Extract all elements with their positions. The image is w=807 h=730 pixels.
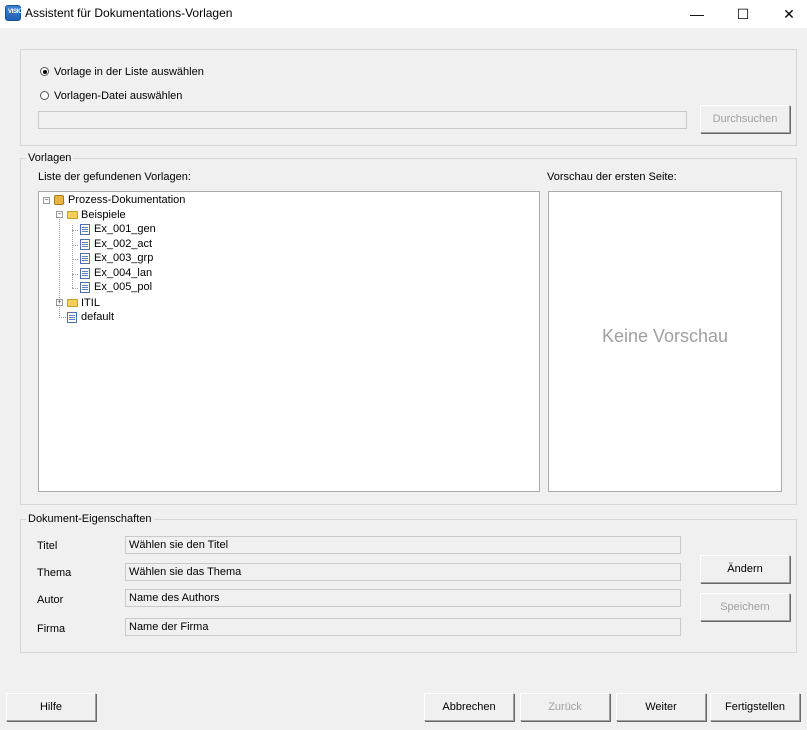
tree-item-template[interactable]: Ex_001_gen [94,222,156,236]
next-button[interactable]: Weiter [616,693,706,721]
tree-item-template[interactable]: Ex_002_act [94,237,152,251]
package-icon [54,195,64,205]
author-field[interactable]: Name des Authors [125,589,681,607]
templates-group-label: Vorlagen [26,152,74,164]
topic-label: Thema [37,567,72,579]
document-icon [80,282,90,293]
radio-file-label[interactable]: Vorlagen-Datei auswählen [54,90,182,102]
help-button[interactable]: Hilfe [6,693,96,721]
tree-item-template[interactable]: Ex_005_pol [94,280,152,294]
finish-button[interactable]: Fertigstellen [710,693,800,721]
collapse-icon[interactable]: − [43,197,50,204]
company-label: Firma [37,623,66,635]
browse-button[interactable]: Durchsuchen [700,105,790,133]
title-label: Titel [37,540,58,552]
tree-item-template[interactable]: Ex_004_lan [94,266,152,280]
folder-icon [67,211,78,219]
tree-item-template[interactable]: Ex_003_grp [94,251,153,265]
minimize-button[interactable]: — [674,0,720,28]
document-icon [67,312,77,323]
folder-icon [67,299,78,307]
radio-template-file[interactable] [40,91,49,100]
topic-field[interactable]: Wählen sie das Thema [125,563,681,581]
properties-group-label: Dokument-Eigenschaften [26,513,154,525]
app-icon: VISIO [5,5,23,21]
title-field[interactable]: Wählen sie den Titel [125,536,681,554]
tree-item-default[interactable]: default [81,310,114,324]
cancel-button[interactable]: Abbrechen [424,693,514,721]
maximize-button[interactable]: ☐ [720,0,766,28]
tree-item-itil[interactable]: ITIL [81,296,100,310]
preview-empty-text: Keine Vorschau [601,326,729,346]
tree-item-beispiele[interactable]: Beispiele [81,208,126,222]
expand-icon[interactable]: + [56,299,63,306]
collapse-icon[interactable]: − [56,211,63,218]
document-icon [80,239,90,250]
tree-item-root[interactable]: Prozess-Dokumentation [68,193,185,207]
template-list-label: Liste der gefundenen Vorlagen: [38,171,191,183]
document-icon [80,268,90,279]
radio-list-label[interactable]: Vorlage in der Liste auswählen [54,66,204,78]
back-button[interactable]: Zurück [520,693,610,721]
document-icon [80,224,90,235]
template-tree[interactable]: − Prozess-Dokumentation − Beispiele Ex_0… [38,191,540,492]
close-button[interactable]: ✕ [766,0,807,28]
change-button[interactable]: Ändern [700,555,790,583]
window-title: Assistent für Dokumentations-Vorlagen [25,6,233,20]
preview-label: Vorschau der ersten Seite: [547,171,677,183]
file-path-input[interactable] [38,111,687,129]
save-button[interactable]: Speichern [700,593,790,621]
author-label: Autor [37,594,64,606]
radio-list-template[interactable] [40,67,49,76]
preview-panel: Keine Vorschau [548,191,782,492]
company-field[interactable]: Name der Firma [125,618,681,636]
document-icon [80,253,90,264]
